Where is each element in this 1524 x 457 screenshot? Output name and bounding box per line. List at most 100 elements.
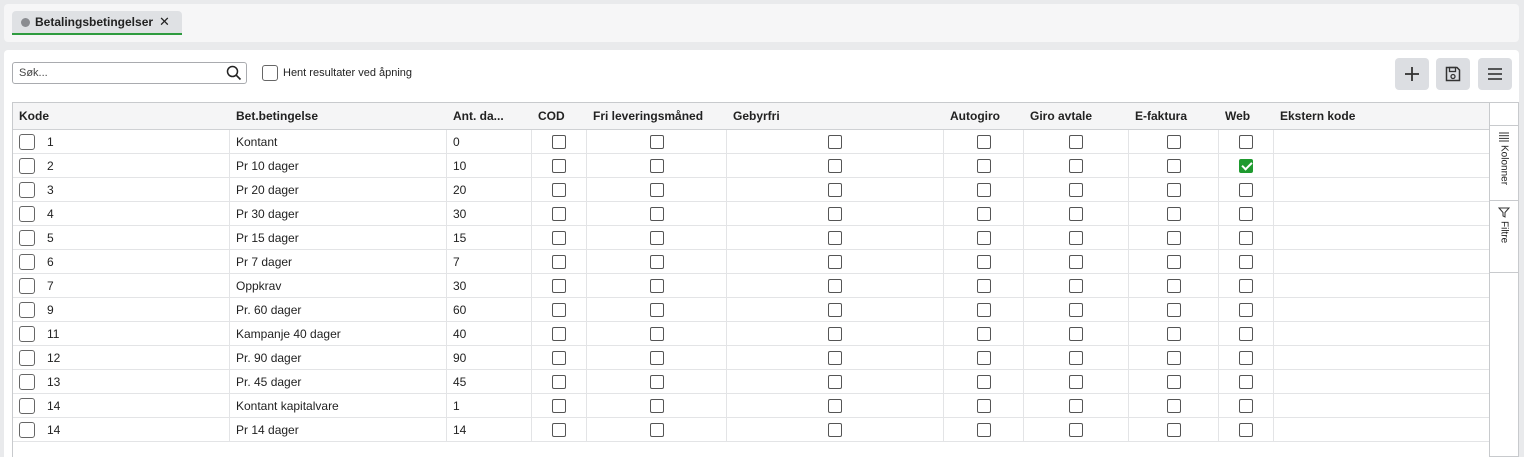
e-faktura-checkbox[interactable] [1166, 326, 1181, 341]
kode-cell[interactable]: 13 [13, 370, 230, 393]
fri-leveringsmaned-checkbox[interactable] [649, 230, 664, 245]
kode-cell[interactable]: 7 [13, 274, 230, 297]
gebyrfri-checkbox[interactable] [828, 278, 842, 293]
e-faktura-checkbox[interactable] [1166, 158, 1181, 173]
ekstern-kode-cell[interactable] [1274, 370, 1489, 393]
bet-betingelse-cell[interactable]: Kontant [230, 130, 447, 153]
autogiro-checkbox[interactable] [976, 278, 991, 293]
autogiro-checkbox[interactable] [976, 374, 991, 389]
ant-dager-cell[interactable]: 14 [447, 418, 532, 441]
giro-avtale-checkbox[interactable] [1069, 350, 1083, 365]
table-row[interactable]: 11 Kampanje 40 dager 40 [13, 322, 1489, 346]
fri-leveringsmaned-checkbox[interactable] [649, 326, 664, 341]
bet-betingelse-cell[interactable]: Pr. 45 dager [230, 370, 447, 393]
column-header-e-faktura[interactable]: E-faktura [1129, 103, 1219, 129]
web-checkbox[interactable] [1239, 326, 1253, 341]
cod-checkbox[interactable] [552, 278, 566, 293]
fri-leveringsmaned-checkbox[interactable] [649, 350, 664, 365]
row-select-checkbox[interactable] [19, 397, 35, 414]
search-icon[interactable] [226, 65, 242, 81]
web-checkbox[interactable] [1239, 374, 1253, 389]
gebyrfri-checkbox[interactable] [828, 302, 842, 317]
kode-cell[interactable]: 12 [13, 346, 230, 369]
column-header-autogiro[interactable]: Autogiro [944, 103, 1024, 129]
bet-betingelse-cell[interactable]: Pr 30 dager [230, 202, 447, 225]
gebyrfri-checkbox[interactable] [828, 182, 842, 197]
fri-leveringsmaned-checkbox[interactable] [649, 422, 664, 437]
ekstern-kode-cell[interactable] [1274, 202, 1489, 225]
gebyrfri-checkbox[interactable] [828, 326, 842, 341]
ekstern-kode-cell[interactable] [1274, 394, 1489, 417]
save-button[interactable] [1436, 58, 1470, 90]
kode-cell[interactable]: 14 [13, 394, 230, 417]
gebyrfri-checkbox[interactable] [828, 206, 842, 221]
cod-checkbox[interactable] [552, 422, 566, 437]
gebyrfri-checkbox[interactable] [828, 374, 842, 389]
bet-betingelse-cell[interactable]: Kontant kapitalvare [230, 394, 447, 417]
column-header-fri-leveringsmaned[interactable]: Fri leveringsmåned [587, 103, 727, 129]
autogiro-checkbox[interactable] [976, 326, 991, 341]
table-row[interactable]: 14 Kontant kapitalvare 1 [13, 394, 1489, 418]
autogiro-checkbox[interactable] [976, 134, 991, 149]
column-header-giro-avtale[interactable]: Giro avtale [1024, 103, 1129, 129]
giro-avtale-checkbox[interactable] [1069, 206, 1083, 221]
autogiro-checkbox[interactable] [976, 302, 991, 317]
kode-cell[interactable]: 1 [13, 130, 230, 153]
bet-betingelse-cell[interactable]: Pr 15 dager [230, 226, 447, 249]
cod-checkbox[interactable] [552, 134, 566, 149]
tab-close-icon[interactable]: ✕ [159, 14, 170, 30]
fri-leveringsmaned-checkbox[interactable] [649, 398, 664, 413]
column-header-ant-dager[interactable]: Ant. da... [447, 103, 532, 129]
gebyrfri-checkbox[interactable] [828, 350, 842, 365]
autogiro-checkbox[interactable] [976, 254, 991, 269]
web-checkbox[interactable] [1239, 302, 1253, 317]
ant-dager-cell[interactable]: 1 [447, 394, 532, 417]
gebyrfri-checkbox[interactable] [828, 230, 842, 245]
kode-cell[interactable]: 3 [13, 178, 230, 201]
cod-checkbox[interactable] [552, 302, 566, 317]
fri-leveringsmaned-checkbox[interactable] [649, 374, 664, 389]
bet-betingelse-cell[interactable]: Kampanje 40 dager [230, 322, 447, 345]
ekstern-kode-cell[interactable] [1274, 130, 1489, 153]
row-select-checkbox[interactable] [19, 421, 35, 438]
row-select-checkbox[interactable] [19, 277, 35, 294]
row-select-checkbox[interactable] [19, 133, 35, 150]
table-row[interactable]: 6 Pr 7 dager 7 [13, 250, 1489, 274]
gebyrfri-checkbox[interactable] [828, 134, 842, 149]
row-select-checkbox[interactable] [19, 253, 35, 270]
cod-checkbox[interactable] [552, 182, 566, 197]
giro-avtale-checkbox[interactable] [1069, 134, 1083, 149]
e-faktura-checkbox[interactable] [1166, 206, 1181, 221]
web-checkbox[interactable] [1239, 422, 1253, 437]
search-input[interactable] [13, 63, 213, 83]
row-select-checkbox[interactable] [19, 373, 35, 390]
cod-checkbox[interactable] [552, 158, 566, 173]
gebyrfri-checkbox[interactable] [828, 398, 842, 413]
fri-leveringsmaned-checkbox[interactable] [649, 158, 664, 173]
column-header-gebyrfri[interactable]: Gebyrfri [727, 103, 944, 129]
fri-leveringsmaned-checkbox[interactable] [649, 134, 664, 149]
table-row[interactable]: 2 Pr 10 dager 10 [13, 154, 1489, 178]
autogiro-checkbox[interactable] [976, 350, 991, 365]
cod-checkbox[interactable] [552, 326, 566, 341]
ekstern-kode-cell[interactable] [1274, 298, 1489, 321]
row-select-checkbox[interactable] [19, 205, 35, 222]
giro-avtale-checkbox[interactable] [1069, 230, 1083, 245]
ekstern-kode-cell[interactable] [1274, 418, 1489, 441]
ant-dager-cell[interactable]: 45 [447, 370, 532, 393]
ant-dager-cell[interactable]: 15 [447, 226, 532, 249]
column-header-bet-betingelse[interactable]: Bet.betingelse [230, 103, 447, 129]
fri-leveringsmaned-checkbox[interactable] [649, 182, 664, 197]
bet-betingelse-cell[interactable]: Pr 7 dager [230, 250, 447, 273]
add-button[interactable] [1395, 58, 1429, 90]
ant-dager-cell[interactable]: 10 [447, 154, 532, 177]
bet-betingelse-cell[interactable]: Oppkrav [230, 274, 447, 297]
cod-checkbox[interactable] [552, 254, 566, 269]
cod-checkbox[interactable] [552, 398, 566, 413]
row-select-checkbox[interactable] [19, 181, 35, 198]
ekstern-kode-cell[interactable] [1274, 154, 1489, 177]
autogiro-checkbox[interactable] [976, 230, 991, 245]
bet-betingelse-cell[interactable]: Pr. 60 dager [230, 298, 447, 321]
e-faktura-checkbox[interactable] [1166, 134, 1181, 149]
ant-dager-cell[interactable]: 30 [447, 274, 532, 297]
